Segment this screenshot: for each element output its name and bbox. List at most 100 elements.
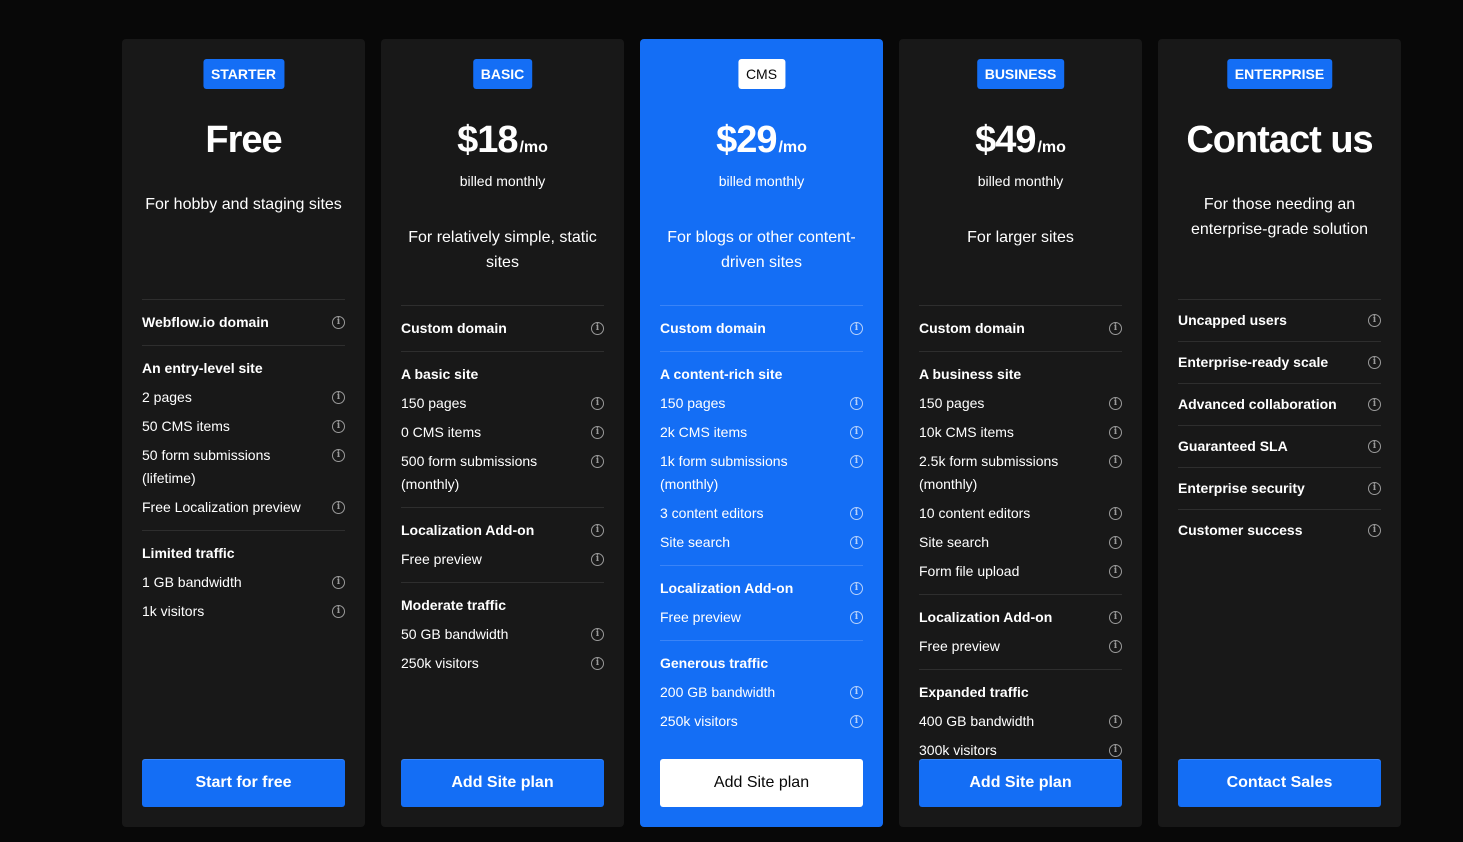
info-icon[interactable]: i <box>1368 398 1381 411</box>
info-icon[interactable]: i <box>332 420 345 433</box>
feature-group: Localization Add-on i Free preview i <box>660 566 863 641</box>
info-icon[interactable]: i <box>591 553 604 566</box>
info-icon[interactable]: i <box>332 501 345 514</box>
info-icon[interactable]: i <box>591 628 604 641</box>
info-icon[interactable]: i <box>850 426 863 439</box>
plan-card-starter: STARTER Free For hobby and staging sites We… <box>122 39 365 827</box>
feature-list: Uncapped users i Enterprise-ready scale i Ad… <box>1178 299 1381 551</box>
info-icon[interactable]: i <box>591 455 604 468</box>
feature-group-title: Webflow.io domain i <box>142 308 345 337</box>
info-icon[interactable]: i <box>850 611 863 624</box>
info-icon[interactable]: i <box>1109 397 1122 410</box>
feature-label: Form file upload <box>919 563 1020 579</box>
info-icon[interactable]: i <box>1109 640 1122 653</box>
plan-price: Contact us <box>1186 119 1373 161</box>
info-icon[interactable]: i <box>1109 426 1122 439</box>
starter-cta-button[interactable]: Start for free <box>142 759 345 807</box>
cms-cta-button[interactable]: Add Site plan <box>660 759 863 807</box>
feature-group-title: Generous traffic <box>660 649 863 678</box>
feature-label: 200 GB bandwidth <box>660 684 776 700</box>
info-icon[interactable]: i <box>850 322 863 335</box>
feature-label: 150 pages <box>660 395 726 411</box>
info-icon[interactable]: i <box>332 576 345 589</box>
info-icon[interactable]: i <box>850 455 863 468</box>
feature-group: An entry-level site 2 pages i 50 CMS items i… <box>142 346 345 531</box>
feature-group: Expanded traffic 400 GB bandwidth i 300k vi… <box>919 670 1122 773</box>
info-icon[interactable]: i <box>850 686 863 699</box>
feature-group-title: Localization Add-on i <box>919 603 1122 632</box>
feature-item: 250k visitors i <box>401 649 604 678</box>
info-icon[interactable]: i <box>332 391 345 404</box>
feature-group-title: Expanded traffic <box>919 678 1122 707</box>
feature-item: 2 pages i <box>142 383 345 412</box>
info-icon[interactable]: i <box>1109 455 1122 468</box>
feature-group-title: Enterprise security i <box>1178 474 1381 503</box>
feature-group: Enterprise security i <box>1178 468 1381 510</box>
feature-label: Expanded traffic <box>919 684 1029 700</box>
feature-item: 0 CMS items i <box>401 418 604 447</box>
feature-group: Webflow.io domain i <box>142 300 345 346</box>
info-icon[interactable]: i <box>332 316 345 329</box>
info-icon[interactable]: i <box>591 426 604 439</box>
feature-item: Site search i <box>919 528 1122 557</box>
price-period: /mo <box>778 139 807 156</box>
feature-item: Free preview i <box>401 545 604 574</box>
feature-label: 150 pages <box>401 395 467 411</box>
plan-header: STARTER Free For hobby and staging sites <box>142 39 345 299</box>
feature-group: Custom domain i <box>660 306 863 352</box>
plan-tagline: For larger sites <box>967 229 1074 246</box>
feature-label: 1k visitors <box>142 603 205 619</box>
basic-cta-button[interactable]: Add Site plan <box>401 759 604 807</box>
info-icon[interactable]: i <box>1109 744 1122 757</box>
info-icon[interactable]: i <box>1109 715 1122 728</box>
info-icon[interactable]: i <box>850 582 863 595</box>
info-icon[interactable]: i <box>591 524 604 537</box>
plan-badge: STARTER <box>202 59 285 89</box>
plan-price: $49/mo <box>919 119 1122 162</box>
info-icon[interactable]: i <box>850 507 863 520</box>
pricing-cards: STARTER Free For hobby and staging sites We… <box>122 39 1401 827</box>
feature-item: 1k visitors i <box>142 597 345 626</box>
plan-price: $29/mo <box>660 119 863 162</box>
info-icon[interactable]: i <box>1109 322 1122 335</box>
feature-group: Enterprise-ready scale i <box>1178 342 1381 384</box>
feature-item: 150 pages i <box>919 389 1122 418</box>
info-icon[interactable]: i <box>850 715 863 728</box>
info-icon[interactable]: i <box>1368 524 1381 537</box>
feature-item: Form file upload i <box>919 557 1122 586</box>
feature-label: 3 content editors <box>660 505 764 521</box>
plan-card-enterprise: ENTERPRISE Contact us For those needing an… <box>1158 39 1401 827</box>
feature-item: 2.5k form submissions (monthly) i <box>919 447 1122 499</box>
info-icon[interactable]: i <box>332 449 345 462</box>
feature-group-title: Moderate traffic <box>401 591 604 620</box>
feature-item: Site search i <box>660 528 863 557</box>
business-cta-button[interactable]: Add Site plan <box>919 759 1122 807</box>
feature-label: 2k CMS items <box>660 424 748 440</box>
plan-tagline: For blogs or other content-driven sites <box>667 229 856 271</box>
info-icon[interactable]: i <box>1109 507 1122 520</box>
feature-label: Enterprise security <box>1178 480 1305 496</box>
info-icon[interactable]: i <box>1368 482 1381 495</box>
info-icon[interactable]: i <box>1368 314 1381 327</box>
feature-label: Custom domain <box>919 320 1025 336</box>
info-icon[interactable]: i <box>1109 611 1122 624</box>
plan-badge: ENTERPRISE <box>1226 59 1333 89</box>
feature-group-title: A content-rich site <box>660 360 863 389</box>
info-icon[interactable]: i <box>1109 565 1122 578</box>
info-icon[interactable]: i <box>332 605 345 618</box>
info-icon[interactable]: i <box>1368 356 1381 369</box>
info-icon[interactable]: i <box>850 536 863 549</box>
plan-header: CMS $29/mo billed monthly For blogs or othe… <box>660 39 863 299</box>
billing-note: billed monthly <box>459 173 546 189</box>
info-icon[interactable]: i <box>591 397 604 410</box>
feature-group: Customer success i <box>1178 510 1381 551</box>
info-icon[interactable]: i <box>1109 536 1122 549</box>
info-icon[interactable]: i <box>850 397 863 410</box>
feature-item: 3 content editors i <box>660 499 863 528</box>
info-icon[interactable]: i <box>591 657 604 670</box>
feature-group-title: An entry-level site <box>142 354 345 383</box>
enterprise-cta-button[interactable]: Contact Sales <box>1178 759 1381 807</box>
feature-group-title: Guaranteed SLA i <box>1178 432 1381 461</box>
info-icon[interactable]: i <box>591 322 604 335</box>
info-icon[interactable]: i <box>1368 440 1381 453</box>
